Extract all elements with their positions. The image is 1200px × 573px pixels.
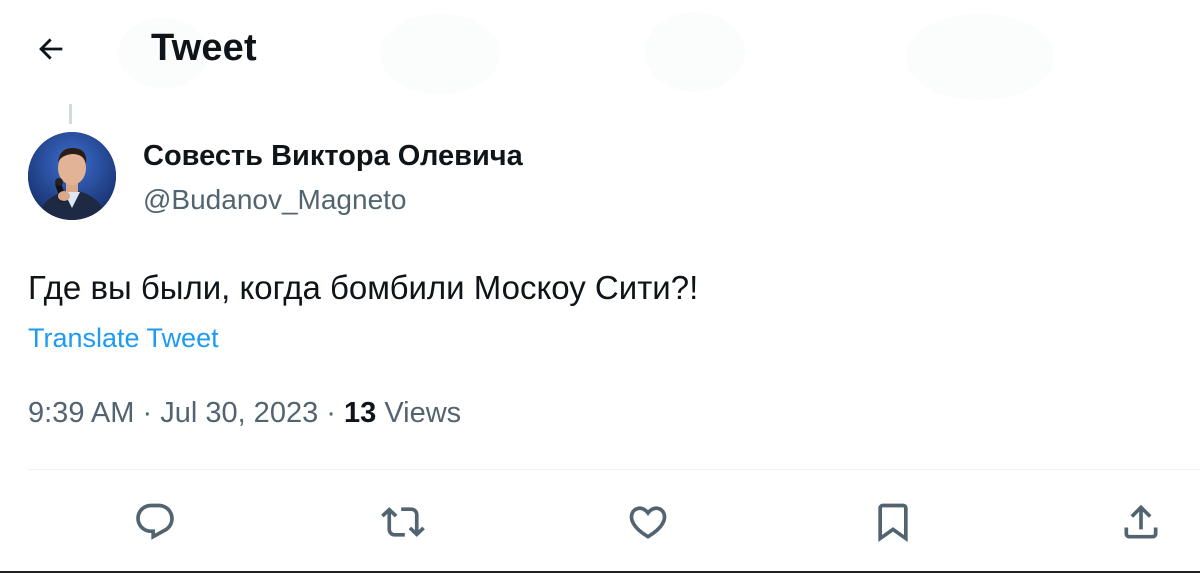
bookmark-button[interactable] xyxy=(865,494,921,550)
reply-icon xyxy=(136,503,174,540)
tweet-page: Tweet Совесть Виктора Олевича @Budanov_M… xyxy=(0,0,1200,573)
retweet-button[interactable] xyxy=(375,494,431,550)
divider xyxy=(28,469,1200,470)
share-button[interactable] xyxy=(1113,494,1169,550)
views-label: Views xyxy=(384,397,462,429)
back-button[interactable] xyxy=(24,22,78,76)
reply-button[interactable] xyxy=(127,494,183,550)
bookmark-icon xyxy=(878,503,908,543)
views-count: 13 xyxy=(343,397,377,429)
tweet-time[interactable]: 9:39 AM xyxy=(28,397,134,429)
avatar[interactable] xyxy=(28,132,116,220)
thread-connector xyxy=(69,104,72,124)
tweet-meta: 9:39 AM · Jul 30, 2023 · 13 Views xyxy=(28,394,461,432)
faded-overlay xyxy=(645,12,745,92)
tweet-date[interactable]: Jul 30, 2023 xyxy=(160,397,318,429)
faded-overlay xyxy=(905,14,1055,100)
share-icon xyxy=(1124,504,1158,539)
page-title: Tweet xyxy=(151,27,257,69)
header: Tweet xyxy=(0,0,1200,100)
arrow-left-icon xyxy=(39,38,63,60)
meta-separator: · xyxy=(134,397,161,429)
translate-tweet-link[interactable]: Translate Tweet xyxy=(28,320,219,356)
author-display-name[interactable]: Совесть Виктора Олевича xyxy=(143,138,523,174)
tweet-text: Где вы были, когда бомбили Москоу Сити?! xyxy=(28,269,699,306)
like-button[interactable] xyxy=(620,494,676,550)
faded-overlay xyxy=(380,14,500,94)
user-avatar-icon xyxy=(28,132,116,220)
author-handle[interactable]: @Budanov_Magneto xyxy=(143,182,407,218)
heart-icon xyxy=(629,506,667,539)
retweet-icon xyxy=(381,507,425,537)
meta-separator: · xyxy=(318,397,344,429)
